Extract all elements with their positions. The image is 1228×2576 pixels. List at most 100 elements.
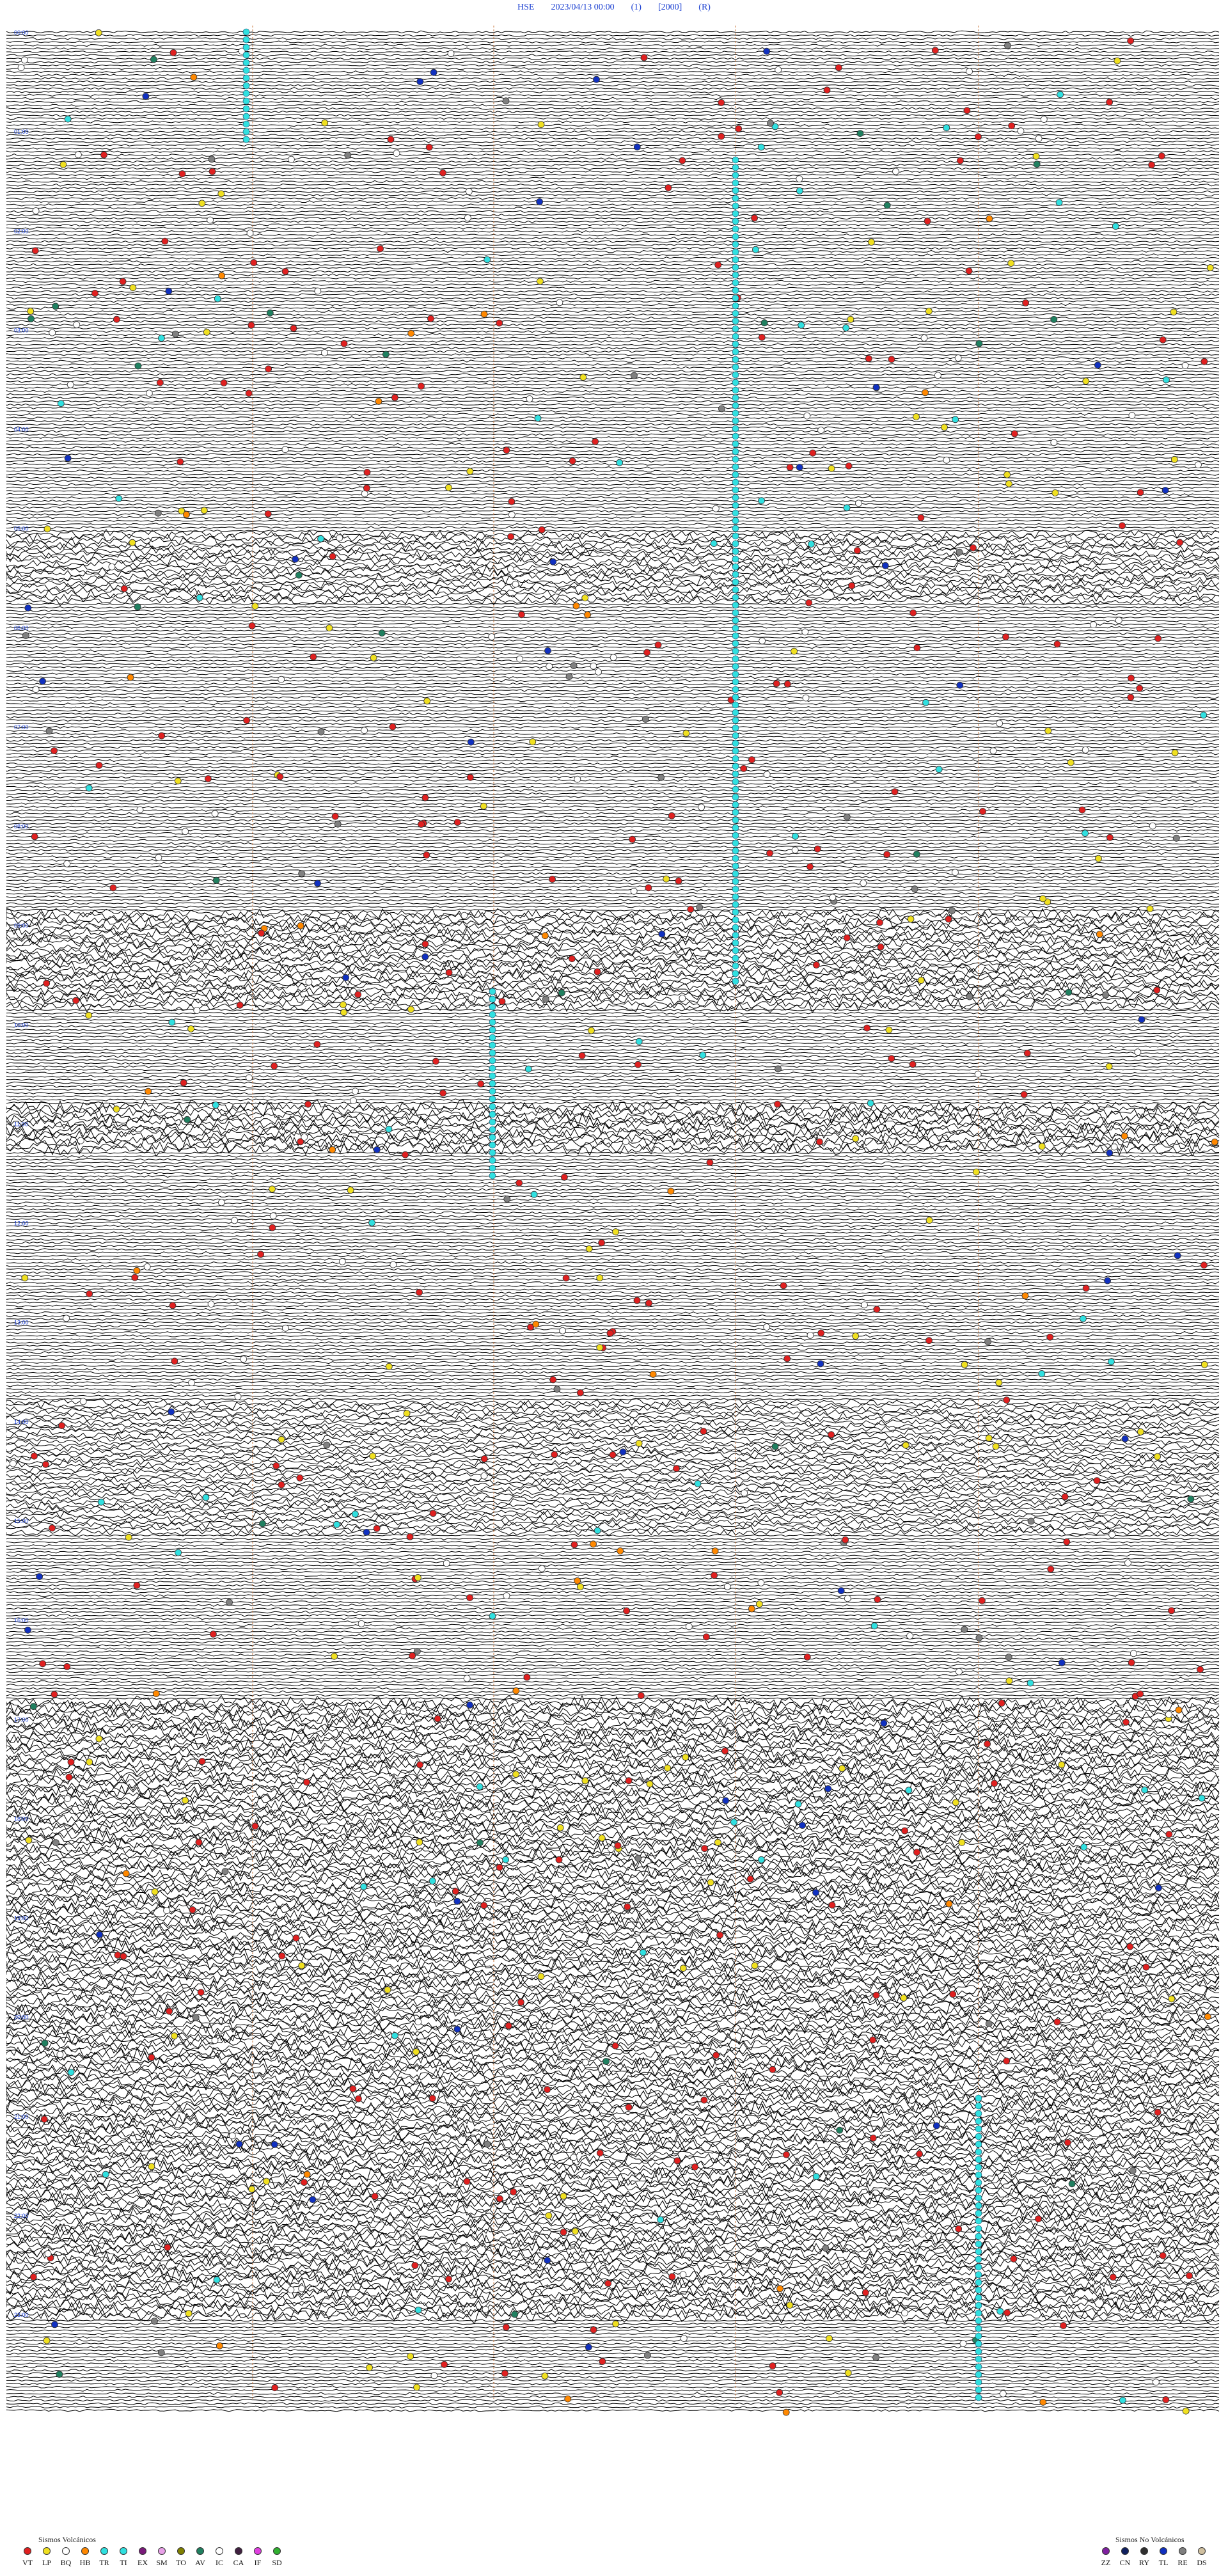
event-dot	[1123, 1719, 1130, 1725]
legend-dot-if	[254, 2547, 262, 2555]
volcanic-legend-title: Sismos Volcánicos	[38, 2535, 96, 2545]
trace-line	[6, 274, 1219, 276]
event-dot	[663, 876, 670, 882]
trace-line	[6, 404, 1219, 406]
event-dot	[868, 239, 874, 246]
event-dot	[28, 308, 34, 315]
trace-line	[6, 250, 1219, 253]
event-dot	[579, 1052, 585, 1059]
event-dot	[310, 2197, 316, 2203]
event-dot	[114, 1952, 121, 1958]
trace-line	[6, 1644, 1219, 1647]
event-dot	[237, 1002, 243, 1008]
trace-line	[6, 114, 1219, 116]
tremor-dot	[489, 1119, 496, 1125]
event-dot	[1027, 1680, 1034, 1686]
event-dot	[539, 526, 545, 533]
event-dot	[162, 238, 168, 244]
trace-line	[6, 1172, 1219, 1174]
tremor-dot	[732, 748, 739, 754]
trace-line	[6, 903, 1219, 905]
tremor-dot	[975, 2371, 982, 2378]
event-dot	[560, 2193, 567, 2199]
tremor-dot	[732, 264, 739, 271]
trace-line	[6, 2396, 1219, 2399]
event-dot	[335, 821, 341, 827]
trace-line	[6, 770, 1219, 772]
event-dot	[592, 438, 599, 445]
legend-code-if: IF	[255, 2558, 262, 2568]
legend-dot-tr	[100, 2547, 108, 2555]
trace-line	[6, 124, 1219, 127]
trace-line	[6, 842, 1219, 845]
event-dot	[244, 717, 250, 723]
event-dot	[97, 1931, 103, 1938]
event-dot	[961, 1361, 968, 1368]
event-dot	[235, 1393, 241, 1400]
event-dot	[434, 1716, 441, 1722]
nonvolcanic-legend: ZZ CN RY TL RE DS	[1096, 2547, 1211, 2568]
trace-line	[6, 377, 1219, 379]
event-dot	[577, 1389, 583, 1396]
event-dot	[391, 2032, 398, 2039]
tremor-dot	[732, 725, 739, 731]
trace-line	[6, 41, 1219, 43]
event-dot	[132, 1274, 138, 1281]
tremor-dot	[732, 763, 739, 770]
event-dot	[1066, 989, 1072, 995]
event-dot	[640, 1949, 647, 1956]
hour-label: 08:00	[14, 823, 29, 830]
event-dot	[1169, 1608, 1175, 1614]
event-dot	[60, 161, 67, 168]
tremor-dot	[975, 2325, 982, 2332]
event-dot	[86, 1759, 93, 1766]
trace-line	[6, 869, 1219, 872]
event-dot	[681, 2335, 687, 2342]
event-dot	[1195, 462, 1202, 468]
trace-line	[6, 1199, 1219, 1201]
tremor-dot	[489, 1126, 496, 1133]
event-dot	[180, 1080, 187, 1086]
event-dot	[352, 1088, 358, 1094]
event-dot	[388, 136, 394, 143]
tremor-dot	[732, 180, 739, 186]
tremor-dot	[732, 448, 739, 455]
event-dot	[264, 2178, 270, 2185]
event-dot	[1122, 1435, 1128, 1442]
trace-line	[6, 1252, 1219, 1254]
hour-label: 02:00	[14, 228, 29, 234]
trace-line	[6, 38, 1219, 40]
trace-line	[6, 1808, 1219, 1822]
event-dot	[796, 464, 803, 471]
event-dot	[1089, 1887, 1096, 1893]
event-dot	[1127, 1943, 1133, 1950]
event-dot	[932, 47, 938, 54]
event-dot	[741, 765, 747, 771]
tremor-dot	[732, 226, 739, 232]
event-dot	[957, 682, 963, 688]
trace-line	[6, 779, 1219, 782]
trace-line	[6, 876, 1219, 878]
trace-line	[6, 1568, 1219, 1570]
event-dot	[10, 1460, 16, 1467]
event-dot	[203, 329, 210, 335]
tremor-dot	[732, 241, 739, 248]
event-dot	[322, 349, 328, 356]
tremor-dot	[975, 2264, 982, 2270]
event-dot	[758, 1579, 764, 1586]
event-dot	[408, 330, 414, 336]
trace-line	[6, 1352, 1219, 1354]
event-dot	[975, 1071, 981, 1077]
event-dot	[252, 603, 258, 610]
tremor-dot	[732, 917, 739, 923]
event-dot	[1094, 1478, 1100, 1484]
event-dot	[925, 308, 932, 315]
event-dot	[851, 2005, 858, 2012]
event-dot	[873, 2354, 879, 2360]
trace-line	[6, 1082, 1219, 1084]
trace-line	[6, 1419, 1219, 1426]
event-dot	[1128, 38, 1134, 44]
event-dot	[416, 1289, 423, 1295]
event-dot	[571, 1542, 578, 1548]
trace-line	[6, 981, 1219, 993]
